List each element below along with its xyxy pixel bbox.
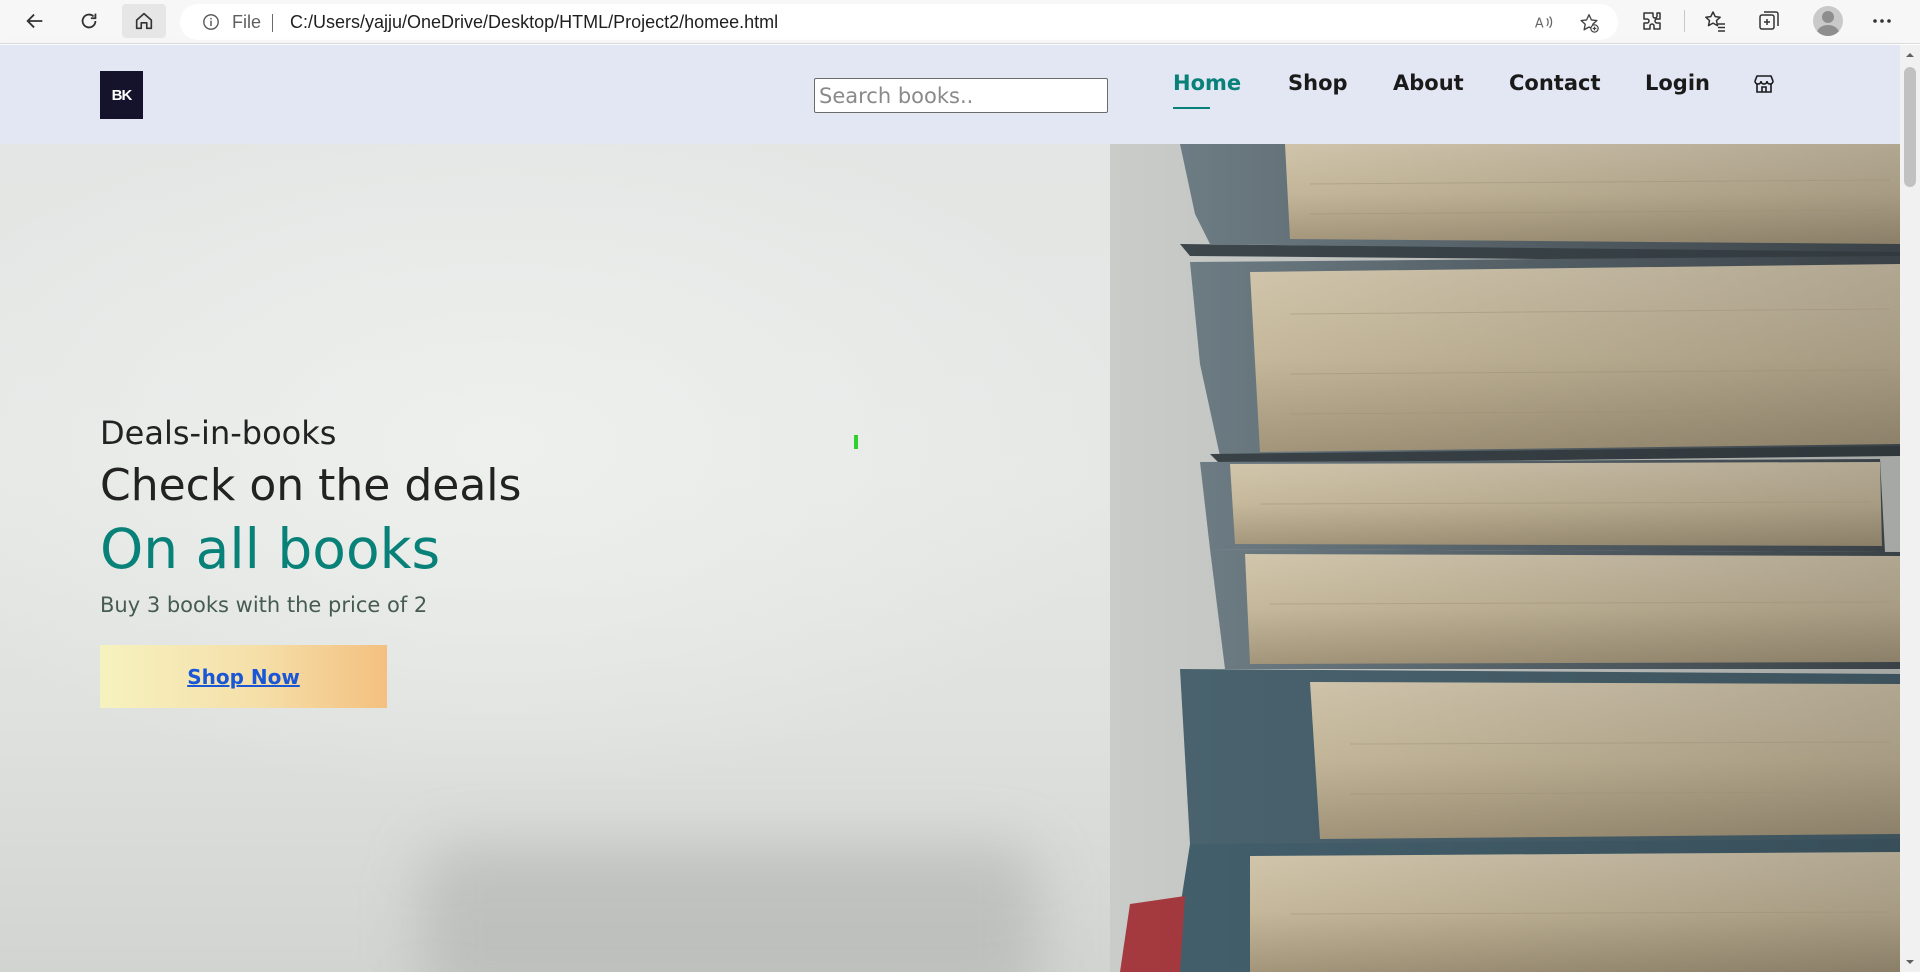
home-button[interactable] [122,4,166,38]
address-divider [272,14,273,32]
avatar-body-shape [1817,25,1839,36]
hero-heading: On all books [100,517,441,581]
back-button[interactable] [13,4,57,38]
toolbar-divider [1684,10,1685,32]
store-icon[interactable] [1752,72,1776,96]
scrollbar-thumb[interactable] [1904,67,1916,187]
favorites-icon[interactable] [1703,9,1727,33]
back-arrow-icon [26,13,43,29]
refresh-icon [81,13,97,29]
svg-text:A: A [1535,17,1544,32]
address-bar[interactable]: File C:/Users/yajju/OneDrive/Desktop/HTM… [180,4,1618,40]
more-options-icon[interactable] [1870,9,1894,33]
site-logo[interactable]: BK [100,71,143,119]
refresh-button[interactable] [67,4,111,38]
hero-banner: Deals-in-books Check on the deals On all… [0,144,1900,972]
nav-home[interactable]: Home [1173,71,1241,109]
background-blur-shape [420,844,1040,972]
url-text[interactable]: C:/Users/yajju/OneDrive/Desktop/HTML/Pro… [290,4,778,40]
browser-toolbar: File C:/Users/yajju/OneDrive/Desktop/HTM… [0,0,1920,44]
home-icon [135,12,153,30]
scroll-down-arrow-icon[interactable] [1905,957,1915,967]
hero-eyebrow: Deals-in-books [100,414,337,452]
profile-avatar[interactable] [1813,6,1843,36]
avatar-head-shape [1822,11,1834,23]
scroll-up-arrow-icon[interactable] [1905,50,1915,60]
file-scheme-label: File [232,12,262,32]
read-aloud-icon[interactable]: A [1533,12,1555,34]
book-stack-image [1110,144,1900,972]
nav-contact[interactable]: Contact [1509,71,1601,101]
collections-icon[interactable] [1757,9,1781,33]
text-cursor [854,435,858,449]
page-scrollbar[interactable] [1900,45,1920,972]
hero-tagline: Buy 3 books with the price of 2 [100,593,428,617]
hero-subheading: Check on the deals [100,460,522,511]
extensions-icon[interactable] [1640,9,1664,33]
search-input[interactable] [814,78,1108,113]
nav-login[interactable]: Login [1645,71,1710,101]
info-icon[interactable] [202,13,220,31]
shop-now-button[interactable]: Shop Now [100,645,387,708]
nav-shop[interactable]: Shop [1288,71,1348,101]
shop-now-link[interactable]: Shop Now [187,665,300,689]
nav-about[interactable]: About [1393,71,1464,101]
site-header: BK Home Shop About Contact Login [0,45,1900,144]
add-favorite-icon[interactable] [1578,12,1600,34]
